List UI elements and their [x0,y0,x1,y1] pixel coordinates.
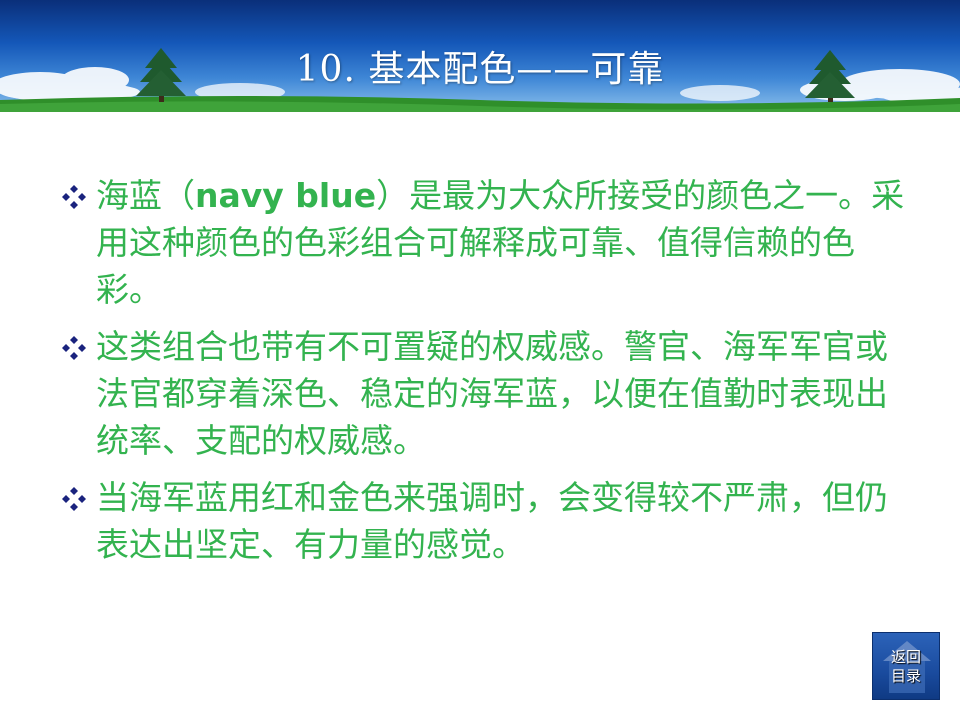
list-item: 这类组合也带有不可置疑的权威感。警官、海军军官或法官都穿着深色、稳定的海军蓝，以… [60,323,920,464]
diamond-bullet-icon [62,487,86,511]
header-banner: 10. 基本配色——可靠 [0,0,960,112]
bullet-text-latin: navy blue [195,176,377,215]
return-button-label: 返回 目录 [873,648,939,686]
return-button-line1: 返回 [890,648,921,666]
page-title: 10. 基本配色——可靠 [295,49,665,90]
list-item: 海蓝（navy blue）是最为大众所接受的颜色之一。采用这种颜色的色彩组合可解… [60,172,920,313]
return-to-contents-button[interactable]: 返回 目录 [872,632,940,700]
diamond-bullet-icon [62,185,86,209]
bullet-text-pre: 海蓝（ [96,176,195,215]
list-item: 当海军蓝用红和金色来强调时，会变得较不严肃，但仍表达出坚定、有力量的感觉。 [60,474,920,568]
bullet-text: 这类组合也带有不可置疑的权威感。警官、海军军官或法官都穿着深色、稳定的海军蓝，以… [96,327,888,460]
bullet-text: 当海军蓝用红和金色来强调时，会变得较不严肃，但仍表达出坚定、有力量的感觉。 [96,478,888,564]
bullet-list: 海蓝（navy blue）是最为大众所接受的颜色之一。采用这种颜色的色彩组合可解… [60,172,920,578]
diamond-bullet-icon [62,336,86,360]
return-button-line2: 目录 [890,667,921,685]
